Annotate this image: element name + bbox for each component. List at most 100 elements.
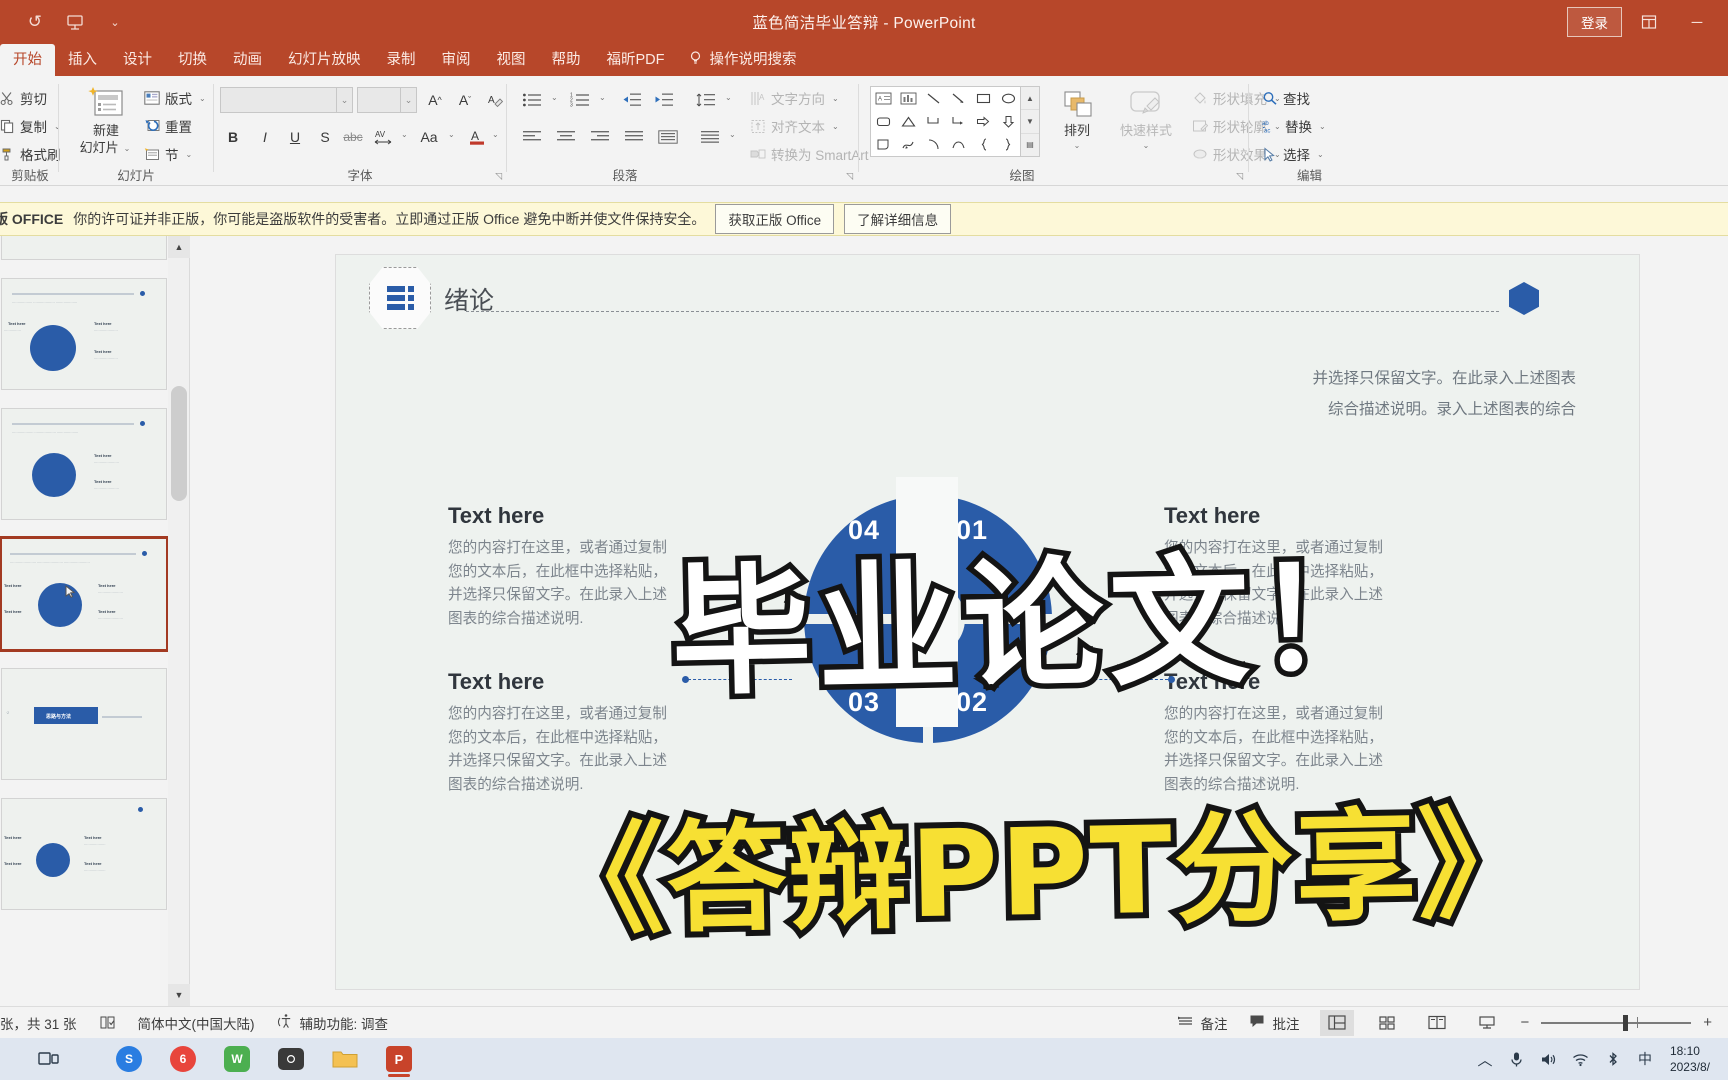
bluetooth-icon[interactable] — [1598, 1038, 1628, 1080]
tell-me-search[interactable]: 操作说明搜索 — [678, 44, 807, 76]
ribbon-tab-help[interactable]: 帮助 — [539, 44, 594, 76]
distribute-button[interactable] — [654, 124, 682, 149]
text-direction-dropdown-icon[interactable]: ⌄ — [830, 94, 841, 103]
shape-curve-icon[interactable] — [946, 133, 971, 156]
reset-button[interactable]: 重置 — [144, 116, 192, 136]
zoom-in-button[interactable]: + — [1703, 1014, 1712, 1031]
character-spacing-dropdown-icon[interactable]: ⌄ — [399, 130, 410, 139]
ribbon-tab-transitions[interactable]: 切换 — [165, 44, 220, 76]
shape-triangle-icon[interactable] — [896, 110, 921, 133]
font-color-dropdown-icon[interactable]: ⌄ — [490, 130, 501, 139]
new-slide-dropdown-icon[interactable]: ⌄ — [122, 144, 133, 153]
quadrant-body-top-left[interactable]: 您的内容打在这里，或者通过复制您的文本后，在此框中选择粘贴，并选择只保留文字。在… — [448, 537, 680, 632]
copy-button[interactable]: 复制 ⌄ — [0, 116, 63, 136]
align-right-button[interactable] — [586, 124, 614, 149]
ribbon-tab-home[interactable]: 开始 — [0, 44, 55, 76]
minimize-icon[interactable]: ─ — [1676, 5, 1718, 39]
shape-gallery[interactable]: A — [870, 86, 1021, 157]
ribbon-tab-insert[interactable]: 插入 — [55, 44, 110, 76]
quick-styles-dropdown-icon[interactable]: ⌄ — [1141, 141, 1152, 150]
shape-elbow-connector-icon[interactable] — [921, 110, 946, 133]
slide-thumbnail[interactable]: ·················· ··················· ·… — [1, 278, 167, 390]
numbering-dropdown-icon[interactable]: ⌄ — [597, 93, 608, 102]
slideshow-view-button[interactable] — [1470, 1010, 1504, 1036]
shape-arrow-icon[interactable] — [946, 87, 971, 110]
taskbar-clock[interactable]: 18:10 2023/8/ — [1662, 1043, 1718, 1075]
increase-indent-button[interactable] — [650, 87, 678, 112]
paragraph-dialog-launcher-icon[interactable]: ◹ — [846, 171, 853, 182]
shape-textbox-icon[interactable]: A — [871, 87, 896, 110]
clear-formatting-button[interactable]: A — [482, 87, 508, 112]
font-color-button[interactable]: A — [464, 124, 490, 149]
font-size-combo[interactable]: ⌄ — [357, 87, 417, 113]
layout-dropdown-icon[interactable]: ⌄ — [197, 94, 208, 103]
increase-font-size-button[interactable]: A ^ — [422, 87, 448, 112]
get-genuine-office-button[interactable]: 获取正版 Office — [715, 204, 835, 234]
shape-gallery-more-icon[interactable]: ▤ — [1021, 134, 1039, 156]
replace-dropdown-icon[interactable]: ⌄ — [1317, 122, 1328, 131]
quadrant-title-bottom-left[interactable]: Text here — [448, 669, 544, 695]
slide-sorter-view-button[interactable] — [1370, 1010, 1404, 1036]
shape-right-arrow-icon[interactable] — [971, 110, 996, 133]
arrange-button[interactable]: 排列 ⌄ — [1048, 88, 1106, 150]
columns-dropdown-icon[interactable]: ⌄ — [727, 130, 738, 139]
shape-elbow-arrow-icon[interactable] — [946, 110, 971, 133]
format-painter-button[interactable]: 格式刷 — [0, 144, 61, 164]
ribbon-tab-record[interactable]: 录制 — [374, 44, 429, 76]
font-name-dropdown-icon[interactable]: ⌄ — [336, 88, 352, 112]
quadrant-title-top-left[interactable]: Text here — [448, 503, 544, 529]
font-name-combo[interactable]: ⌄ — [220, 87, 353, 113]
character-spacing-button[interactable]: AV — [371, 124, 397, 149]
system-tray[interactable]: ︿ 中 18:10 2023/8/ — [1470, 1038, 1728, 1080]
quick-styles-button[interactable]: 快速样式 ⌄ — [1110, 88, 1182, 150]
thumbnail-scroll-up-icon[interactable]: ▲ — [168, 236, 190, 258]
taskbar-camera-icon[interactable] — [264, 1038, 318, 1080]
cut-button[interactable]: 剪切 — [0, 88, 47, 108]
show-hidden-icons-icon[interactable]: ︿ — [1470, 1038, 1500, 1080]
replace-button[interactable]: ab ac 替换 ⌄ — [1262, 116, 1328, 136]
section-icon-placeholder[interactable] — [369, 267, 431, 329]
shape-chart-icon[interactable] — [896, 87, 921, 110]
font-size-dropdown-icon[interactable]: ⌄ — [400, 88, 416, 112]
reading-view-button[interactable] — [1420, 1010, 1454, 1036]
comments-button[interactable]: 批注 — [1238, 1013, 1310, 1033]
columns-button[interactable] — [696, 124, 724, 149]
current-slide[interactable]: 绪论 并选择只保留文字。在此录入上述图表 综合描述说明。录入上述图表的综合 Te… — [335, 254, 1640, 990]
sign-in-button[interactable]: 登录 — [1567, 7, 1622, 37]
language-label[interactable]: 简体中文(中国大陆) — [127, 1013, 266, 1033]
ribbon-tab-design[interactable]: 设计 — [110, 44, 165, 76]
decrease-indent-button[interactable] — [618, 87, 646, 112]
find-button[interactable]: 查找 — [1262, 88, 1310, 108]
align-center-button[interactable] — [552, 124, 580, 149]
section-dropdown-icon[interactable]: ⌄ — [184, 150, 195, 159]
align-text-dropdown-icon[interactable]: ⌄ — [830, 122, 841, 131]
slide-thumbnail-pane[interactable]: ·················· ·· ················· ··… — [0, 236, 168, 1006]
ribbon-tab-foxit-pdf[interactable]: 福昕PDF — [594, 44, 678, 76]
font-dialog-launcher-icon[interactable]: ◹ — [495, 171, 502, 182]
thumbnail-scroll-thumb[interactable] — [171, 386, 187, 501]
shape-oval-icon[interactable] — [996, 87, 1021, 110]
ime-icon[interactable]: 中 — [1630, 1038, 1660, 1080]
hexagon-accent-shape[interactable] — [1509, 282, 1539, 315]
select-button[interactable]: 选择 ⌄ — [1262, 144, 1326, 164]
bold-button[interactable]: B — [220, 124, 246, 149]
shape-right-brace-icon[interactable] — [996, 133, 1021, 156]
shape-rectangle-icon[interactable] — [971, 87, 996, 110]
strikethrough-button[interactable]: abc — [340, 124, 366, 149]
learn-more-button[interactable]: 了解详细信息 — [844, 204, 952, 234]
shape-rounded-rectangle-icon[interactable] — [871, 110, 896, 133]
underline-button[interactable]: U — [282, 124, 308, 149]
select-dropdown-icon[interactable]: ⌄ — [1315, 150, 1326, 159]
slide-thumbnail-selected[interactable]: ······················· ················… — [0, 536, 168, 652]
taskbar-wps-icon[interactable]: S — [102, 1038, 156, 1080]
change-case-button[interactable]: Aa — [414, 124, 444, 149]
task-view-button[interactable] — [22, 1038, 76, 1080]
microphone-icon[interactable] — [1502, 1038, 1532, 1080]
shape-freeform-icon[interactable] — [896, 133, 921, 156]
volume-icon[interactable] — [1534, 1038, 1564, 1080]
section-button[interactable]: 节 ⌄ — [144, 144, 194, 164]
slide-thumbnail[interactable]: Text here ··················· Text here … — [1, 798, 167, 910]
shape-down-arrow-icon[interactable] — [996, 110, 1021, 133]
line-spacing-button[interactable] — [692, 87, 720, 112]
zoom-slider-handle[interactable] — [1623, 1014, 1629, 1031]
